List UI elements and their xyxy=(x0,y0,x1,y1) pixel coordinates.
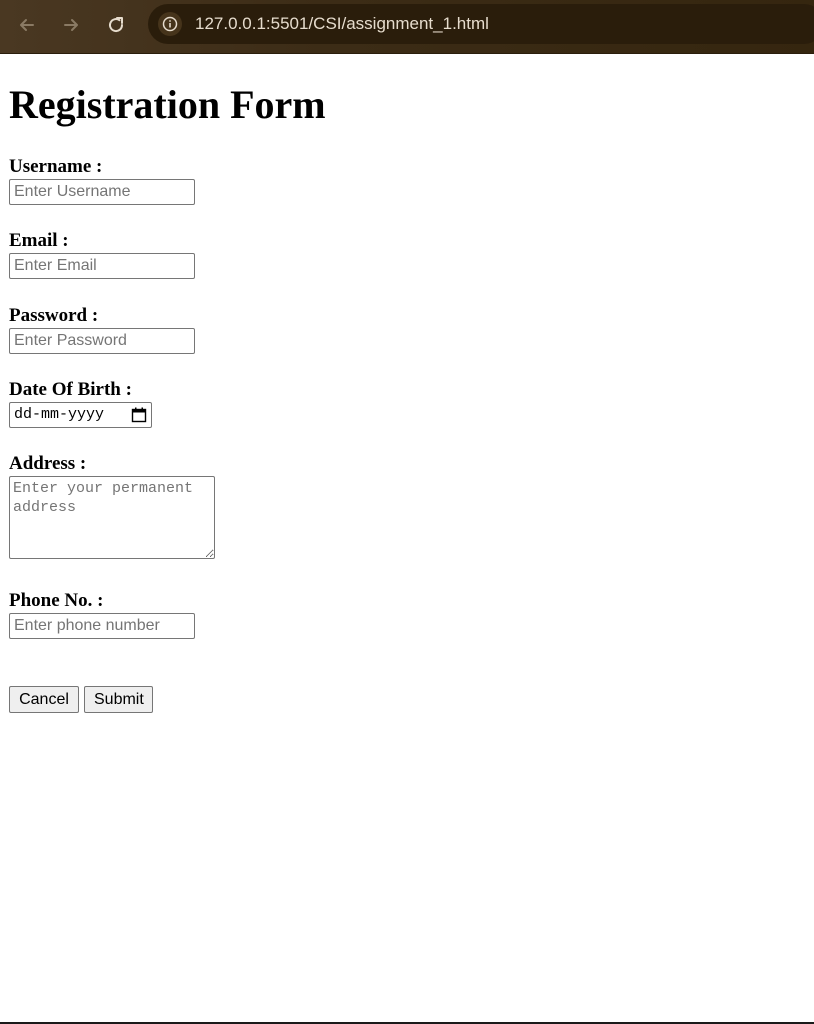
username-input[interactable] xyxy=(9,179,195,205)
arrow-left-icon xyxy=(20,19,34,31)
email-input[interactable] xyxy=(9,253,195,279)
back-button[interactable] xyxy=(12,10,42,40)
email-label: Email : xyxy=(9,230,69,251)
address-bar[interactable]: 127.0.0.1:5501/CSI/assignment_1.html xyxy=(148,4,814,44)
info-icon xyxy=(162,16,178,32)
reload-icon xyxy=(109,17,124,33)
arrow-right-icon xyxy=(64,19,78,31)
phone-input[interactable] xyxy=(9,613,195,639)
password-label: Password : xyxy=(9,305,99,326)
password-input[interactable] xyxy=(9,328,195,354)
username-label: Username : xyxy=(9,156,103,177)
url-text: 127.0.0.1:5501/CSI/assignment_1.html xyxy=(195,14,489,33)
dob-format-text: dd-mm-yyyy xyxy=(14,406,105,423)
address-textarea[interactable] xyxy=(9,476,215,559)
submit-button[interactable]: Submit xyxy=(84,686,153,713)
reload-button[interactable] xyxy=(101,10,131,40)
site-info-button[interactable] xyxy=(158,12,182,36)
address-label: Address : xyxy=(9,453,87,474)
dob-input[interactable]: dd-mm-yyyy xyxy=(9,402,152,428)
dob-label: Date Of Birth : xyxy=(9,379,132,400)
phone-label: Phone No. : xyxy=(9,590,104,611)
calendar-icon[interactable] xyxy=(131,407,147,423)
cancel-button[interactable]: Cancel xyxy=(9,686,79,713)
forward-button[interactable] xyxy=(56,10,86,40)
browser-toolbar: 127.0.0.1:5501/CSI/assignment_1.html xyxy=(0,0,814,54)
page-title: Registration Form xyxy=(9,82,326,127)
